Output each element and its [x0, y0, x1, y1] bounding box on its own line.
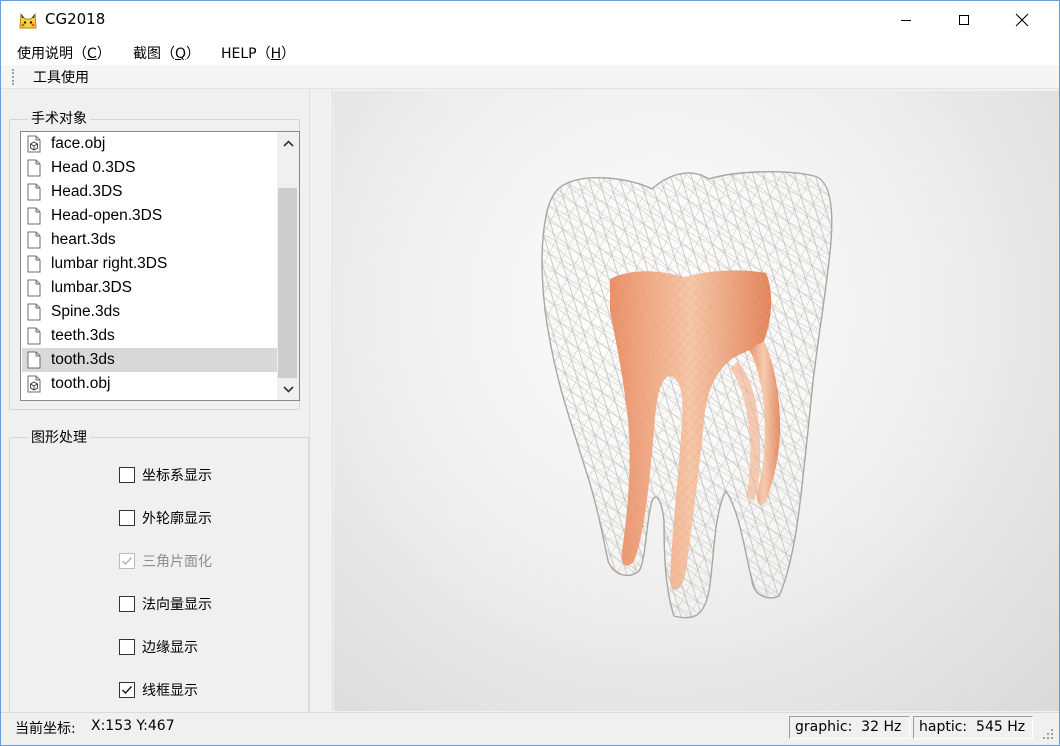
toolbar-grip[interactable]	[12, 69, 14, 85]
coordinate-value: X:153 Y:467	[91, 718, 175, 734]
size-grip-icon[interactable]	[1041, 723, 1055, 741]
blank-file-icon	[27, 303, 41, 321]
title-bar[interactable]: CG2018	[1, 1, 1059, 39]
blank-file-icon	[27, 351, 41, 369]
option-checkbox-row: 三角片面化	[119, 550, 212, 572]
file-list-item[interactable]: face.obj	[22, 132, 278, 156]
blank-file-icon	[27, 255, 41, 273]
file-name: Spine.3ds	[51, 303, 120, 320]
file-list-item[interactable]: tooth.obj	[22, 372, 278, 396]
minimize-button[interactable]	[877, 1, 935, 39]
option-checkbox-row[interactable]: 坐标系显示	[119, 464, 212, 486]
menu-instructions-hotkey: C	[87, 46, 97, 62]
blank-file-icon	[27, 183, 41, 201]
file-name: lumbar.3DS	[51, 279, 132, 296]
menu-screenshot[interactable]: 截图（Q）	[133, 43, 200, 63]
file-list-item[interactable]: lumbar right.3DS	[22, 252, 278, 276]
blank-file-icon	[27, 279, 41, 297]
blank-file-icon	[27, 231, 41, 249]
file-list-item[interactable]: heart.3ds	[22, 228, 278, 252]
scrollbar-thumb[interactable]	[278, 188, 297, 378]
file-name: tooth.obj	[51, 375, 111, 392]
option-label: 法向量显示	[142, 597, 212, 613]
file-name: Head-open.3DS	[51, 207, 163, 224]
option-label: 边缘显示	[142, 640, 198, 656]
file-name: teeth.3ds	[51, 327, 115, 344]
menu-screenshot-end: ）	[186, 46, 201, 62]
file-list-item[interactable]: tooth.3ds	[22, 348, 278, 372]
file-name: Head 0.3DS	[51, 159, 136, 176]
option-label: 外轮廓显示	[142, 511, 212, 527]
checkbox-unchecked[interactable]	[119, 596, 135, 612]
window-title: CG2018	[45, 10, 106, 28]
menu-bar: 使用说明（C） 截图（Q） HELP（H）	[1, 39, 1059, 65]
blank-file-icon	[27, 327, 41, 345]
tooth-wireframe-model	[541, 171, 833, 619]
panel-splitter[interactable]	[309, 89, 333, 711]
checkbox-checked[interactable]	[119, 682, 135, 698]
checkmark-icon	[121, 556, 133, 566]
checkbox-unchecked[interactable]	[119, 639, 135, 655]
option-label: 坐标系显示	[142, 468, 212, 484]
haptic-rate-panel: haptic: 545 Hz	[913, 716, 1033, 739]
option-label: 三角片面化	[142, 554, 212, 570]
toolbar-tools-label[interactable]: 工具使用	[33, 67, 89, 87]
menu-screenshot-hotkey: Q	[175, 46, 187, 62]
file-list[interactable]: face.obj Head 0.3DS Head.3DS Head-open.3DS h…	[20, 131, 300, 401]
file-name: tooth.3ds	[51, 351, 115, 368]
file-list-item[interactable]: teeth.3ds	[22, 324, 278, 348]
close-button[interactable]	[993, 1, 1051, 39]
file-name: heart.3ds	[51, 231, 116, 248]
file-list-item[interactable]: Head 0.3DS	[22, 156, 278, 180]
obj-file-icon	[27, 135, 41, 153]
file-name: Head.3DS	[51, 183, 123, 200]
checkbox-unchecked[interactable]	[119, 510, 135, 526]
checkbox-unchecked[interactable]	[119, 467, 135, 483]
toolbar: 工具使用	[1, 65, 1059, 89]
menu-instructions-end: ）	[96, 46, 111, 62]
file-list-item[interactable]: lumbar.3DS	[22, 276, 278, 300]
option-checkbox-row[interactable]: 线框显示	[119, 679, 198, 701]
chevron-up-icon	[282, 139, 294, 147]
menu-screenshot-label: 截图（	[133, 46, 175, 62]
option-label: 线框显示	[142, 683, 198, 699]
scroll-up-button[interactable]	[277, 132, 299, 154]
checkbox-checked	[119, 553, 135, 569]
option-checkbox-row[interactable]: 法向量显示	[119, 593, 212, 615]
maximize-button[interactable]	[935, 1, 993, 39]
chevron-down-icon	[282, 385, 294, 393]
option-checkbox-row[interactable]: 边缘显示	[119, 636, 198, 658]
file-list-item[interactable]: Spine.3ds	[22, 300, 278, 324]
file-name: face.obj	[51, 135, 106, 152]
file-name: lumbar right.3DS	[51, 255, 168, 272]
scroll-down-button[interactable]	[277, 378, 299, 400]
status-bar: 当前坐标: X:153 Y:467 graphic: 32 Hz haptic:…	[1, 712, 1059, 745]
checkmark-icon	[121, 685, 133, 695]
menu-help-hotkey: H	[270, 46, 282, 62]
menu-help-label: HELP（	[221, 46, 271, 62]
app-window: CG2018 使用说明（C） 截图（Q） HELP（H） 工具使用 手术对象 f…	[0, 0, 1060, 746]
obj-file-icon	[27, 375, 41, 393]
file-list-item[interactable]: Head-open.3DS	[22, 204, 278, 228]
surgery-objects-title: 手术对象	[28, 108, 90, 128]
close-icon	[1015, 13, 1029, 27]
blank-file-icon	[27, 207, 41, 225]
menu-help-end: ）	[281, 46, 296, 62]
option-checkbox-row[interactable]: 外轮廓显示	[119, 507, 212, 529]
graphic-rate-panel: graphic: 32 Hz	[789, 716, 910, 739]
maximize-icon	[959, 15, 969, 25]
file-list-item[interactable]: Head.3DS	[22, 180, 278, 204]
menu-instructions[interactable]: 使用说明（C）	[17, 43, 111, 63]
graphics-processing-title: 图形处理	[28, 427, 90, 447]
3d-viewport[interactable]	[334, 91, 1059, 711]
menu-help[interactable]: HELP（H）	[221, 43, 295, 63]
minimize-icon	[901, 20, 911, 21]
file-list-scrollbar[interactable]	[277, 132, 299, 400]
left-control-panel: 手术对象 face.obj Head 0.3DS Head.3DS Head-open…	[1, 89, 331, 727]
menu-instructions-label: 使用说明（	[17, 46, 87, 62]
pikachu-app-icon	[19, 12, 37, 29]
blank-file-icon	[27, 159, 41, 177]
coordinate-label: 当前坐标:	[15, 721, 76, 737]
